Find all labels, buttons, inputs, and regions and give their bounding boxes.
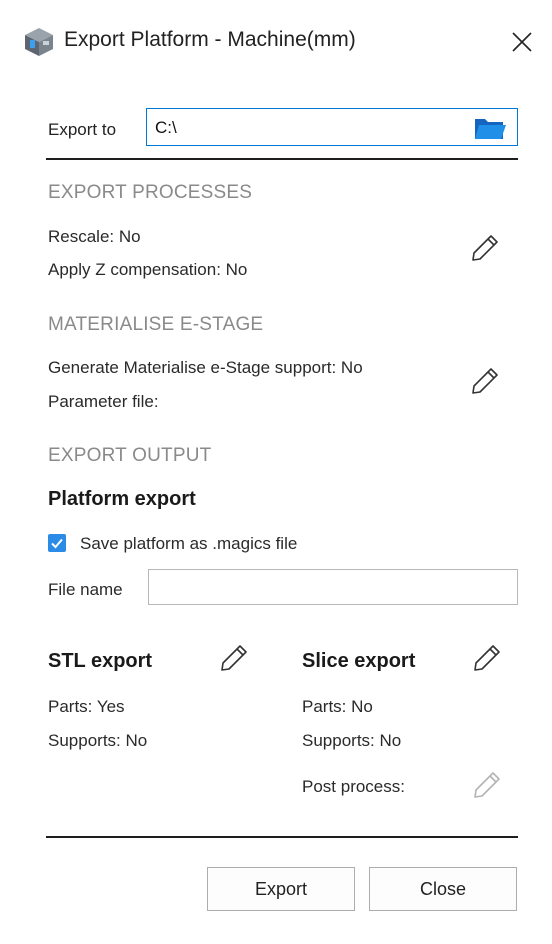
- platform-export-heading: Platform export: [48, 488, 196, 510]
- edit-stl-export-pencil-icon[interactable]: [219, 643, 249, 673]
- save-magics-checkbox[interactable]: [48, 534, 66, 552]
- title-bar: Export Platform - Machine(mm): [0, 0, 552, 84]
- file-name-label: File name: [48, 580, 123, 599]
- edit-slice-export-pencil-icon[interactable]: [472, 643, 502, 673]
- machine-icon: [25, 28, 53, 56]
- slice-parts-text: Parts: No: [302, 697, 373, 716]
- close-button[interactable]: Close: [369, 867, 517, 911]
- file-name-input[interactable]: [148, 569, 518, 605]
- edit-export-processes-pencil-icon[interactable]: [470, 233, 500, 263]
- generate-estage-text: Generate Materialise e-Stage support: No: [48, 358, 363, 377]
- export-button[interactable]: Export: [207, 867, 355, 911]
- export-output-heading: EXPORT OUTPUT: [48, 445, 212, 466]
- checkmark-icon: [51, 538, 63, 549]
- z-compensation-text: Apply Z compensation: No: [48, 260, 248, 279]
- slice-export-heading: Slice export: [302, 650, 416, 672]
- close-icon[interactable]: [510, 30, 534, 54]
- export-to-label: Export to: [48, 120, 117, 139]
- parameter-file-text: Parameter file:: [48, 392, 159, 411]
- stl-parts-text: Parts: Yes: [48, 697, 125, 716]
- save-magics-label[interactable]: Save platform as .magics file: [80, 534, 297, 554]
- export-path-input[interactable]: C:\: [146, 108, 518, 146]
- edit-post-process-pencil-icon: [474, 772, 500, 798]
- estage-heading: MATERIALISE E-STAGE: [48, 314, 264, 335]
- export-path-value[interactable]: C:\: [155, 118, 177, 138]
- post-process-label: Post process:: [302, 777, 405, 796]
- folder-icon[interactable]: [473, 115, 507, 141]
- rescale-text: Rescale: No: [48, 227, 141, 246]
- top-divider: [46, 158, 518, 160]
- export-platform-dialog: Export Platform - Machine(mm) Export to …: [0, 0, 552, 944]
- edit-estage-pencil-icon[interactable]: [470, 366, 500, 396]
- stl-supports-text: Supports: No: [48, 731, 148, 750]
- export-processes-heading: EXPORT PROCESSES: [48, 182, 253, 203]
- slice-supports-text: Supports: No: [302, 731, 402, 750]
- window-title: Export Platform - Machine(mm): [64, 28, 356, 51]
- stl-export-heading: STL export: [48, 650, 153, 672]
- bottom-divider: [46, 836, 518, 838]
